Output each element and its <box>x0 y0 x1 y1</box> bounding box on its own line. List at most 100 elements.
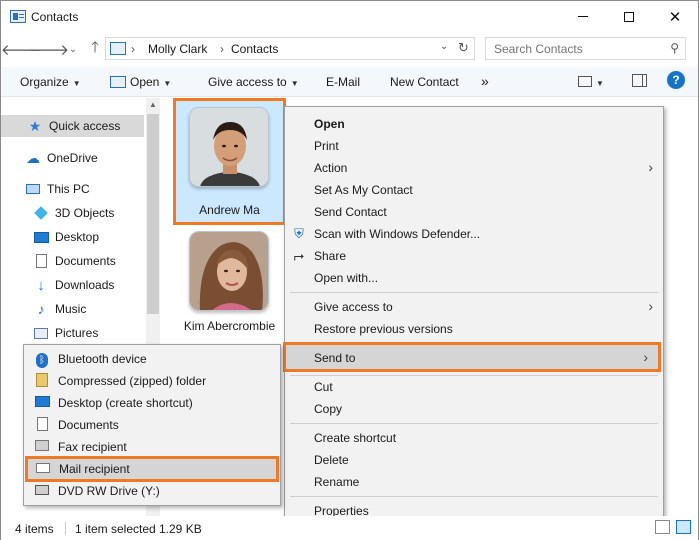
scroll-up-icon[interactable]: ▲ <box>149 100 157 109</box>
download-icon: ↓ <box>37 276 45 294</box>
up-button[interactable]: 🡑 <box>85 39 105 59</box>
menu-item-rename[interactable]: Rename <box>285 471 663 493</box>
zip-folder-icon <box>34 373 50 389</box>
menu-item-send-contact[interactable]: Send Contact <box>285 201 663 223</box>
help-icon: ? <box>667 71 685 89</box>
change-view-button[interactable]: ▼ <box>578 75 604 89</box>
close-icon: ✕ <box>668 8 682 26</box>
sidebar-item-quick-access[interactable]: ★ Quick access <box>1 115 144 137</box>
contacts-folder-icon <box>110 42 126 55</box>
status-item-count: 4 items <box>15 522 54 536</box>
sidebar-item-downloads[interactable]: ↓ Downloads <box>1 274 144 296</box>
menu-separator <box>290 423 658 424</box>
large-icons-view-icon[interactable] <box>676 520 691 534</box>
search-box[interactable]: ⚲ <box>485 37 686 60</box>
address-bar[interactable]: › Molly Clark › Contacts ⌄ ↻ <box>105 37 475 60</box>
menu-item-share[interactable]: ⮣ Share <box>285 245 663 267</box>
title-bar: Contacts ✕ <box>1 1 698 33</box>
chevron-down-icon: ▼ <box>290 79 299 88</box>
send-to-bluetooth[interactable]: ᛒ Bluetooth device <box>24 348 280 370</box>
chevron-right-icon: › <box>648 298 653 314</box>
status-divider <box>65 522 66 535</box>
avatar <box>189 107 269 187</box>
status-selection: 1 item selected <box>75 522 156 536</box>
minimize-button[interactable] <box>560 1 606 32</box>
maximize-button[interactable] <box>606 1 652 32</box>
sidebar-item-label: OneDrive <box>47 151 98 165</box>
minimize-icon <box>578 16 588 17</box>
chevron-down-icon: ▼ <box>72 79 81 88</box>
address-dropdown-icon[interactable]: ⌄ <box>440 41 448 52</box>
menu-item-open-with[interactable]: Open with... <box>285 267 663 289</box>
menu-item-open[interactable]: Open <box>285 113 663 135</box>
music-icon: ♪ <box>37 301 45 317</box>
contact-name: Kim Abercrombie <box>183 319 276 333</box>
menu-item-create-shortcut[interactable]: Create shortcut <box>285 427 663 449</box>
sidebar-item-onedrive[interactable]: ☁ OneDrive <box>1 147 144 169</box>
give-access-button[interactable]: Give access to ▼ <box>208 75 299 89</box>
sidebar-item-label: 3D Objects <box>55 206 115 220</box>
send-to-submenu: ᛒ Bluetooth device Compressed (zipped) fo… <box>23 344 281 506</box>
open-icon <box>110 76 126 88</box>
send-to-dvd-drive[interactable]: DVD RW Drive (Y:) <box>24 480 280 502</box>
menu-item-restore-versions[interactable]: Restore previous versions <box>285 318 663 340</box>
send-to-zip[interactable]: Compressed (zipped) folder <box>24 370 280 392</box>
contacts-app-icon <box>10 10 26 23</box>
close-button[interactable]: ✕ <box>652 1 698 32</box>
email-button[interactable]: E-Mail <box>326 75 360 89</box>
document-icon <box>34 417 50 433</box>
sidebar-item-label: Quick access <box>49 119 121 133</box>
desktop-icon <box>33 230 49 244</box>
status-size: 1.29 KB <box>159 522 202 536</box>
help-button[interactable]: ? <box>667 71 685 89</box>
sidebar-item-desktop[interactable]: Desktop <box>1 226 144 248</box>
menu-item-action[interactable]: Action › <box>285 157 663 179</box>
sidebar-item-documents[interactable]: Documents <box>1 250 144 272</box>
context-menu: Open Print Action › Set As My Contact Sen… <box>283 106 664 525</box>
menu-item-delete[interactable]: Delete <box>285 449 663 471</box>
mail-icon <box>35 461 51 477</box>
forward-button[interactable]: 🡒 <box>29 39 69 59</box>
person-photo-icon <box>190 108 268 186</box>
give-access-label: Give access to <box>208 75 287 89</box>
sidebar-item-this-pc[interactable]: This PC <box>1 178 144 200</box>
menu-item-print[interactable]: Print <box>285 135 663 157</box>
star-icon: ★ <box>28 117 42 134</box>
sidebar-item-3d-objects[interactable]: 3D Objects <box>1 202 144 224</box>
send-to-fax[interactable]: Fax recipient <box>24 436 280 458</box>
sidebar-item-label: Documents <box>55 254 116 268</box>
contact-name: Andrew Ma <box>199 203 260 217</box>
send-to-mail-recipient[interactable]: Mail recipient <box>25 456 279 482</box>
breadcrumb-separator-icon: › <box>220 42 224 56</box>
breadcrumb-molly-clark[interactable]: Molly Clark <box>148 42 207 56</box>
view-icon <box>578 76 592 87</box>
more-commands-button[interactable]: » <box>481 73 489 89</box>
send-to-desktop[interactable]: Desktop (create shortcut) <box>24 392 280 414</box>
menu-item-cut[interactable]: Cut <box>285 376 663 398</box>
sidebar-item-label: Desktop <box>55 230 100 244</box>
new-contact-button[interactable]: New Contact <box>390 75 459 89</box>
menu-item-scan-defender[interactable]: ⛨ Scan with Windows Defender... <box>285 223 663 245</box>
details-view-icon[interactable] <box>655 520 670 534</box>
recent-locations-button[interactable]: ⌄ <box>63 39 83 59</box>
contact-tile-andrew-ma[interactable]: Andrew Ma <box>176 101 283 222</box>
organize-button[interactable]: Organize ▼ <box>20 75 81 89</box>
preview-pane-button[interactable] <box>632 74 647 90</box>
open-label: Open <box>130 75 160 89</box>
contact-tile-kim-abercrombie[interactable]: Kim Abercrombie <box>176 227 283 347</box>
menu-item-copy[interactable]: Copy <box>285 398 663 420</box>
menu-separator <box>290 496 658 497</box>
menu-item-send-to[interactable]: Send to › <box>283 342 661 372</box>
sidebar-item-label: This PC <box>47 182 90 196</box>
menu-item-set-as-my-contact[interactable]: Set As My Contact <box>285 179 663 201</box>
scrollbar-thumb[interactable] <box>147 114 159 314</box>
avatar <box>189 231 269 311</box>
menu-item-give-access[interactable]: Give access to › <box>285 296 663 318</box>
sidebar-item-music[interactable]: ♪ Music <box>1 298 144 320</box>
send-to-documents[interactable]: Documents <box>24 414 280 436</box>
search-input[interactable] <box>486 38 664 59</box>
open-button[interactable]: Open ▼ <box>110 75 171 89</box>
breadcrumb-contacts[interactable]: Contacts <box>231 42 278 56</box>
refresh-icon[interactable]: ↻ <box>458 40 469 56</box>
sidebar-item-pictures[interactable]: Pictures <box>1 322 144 344</box>
